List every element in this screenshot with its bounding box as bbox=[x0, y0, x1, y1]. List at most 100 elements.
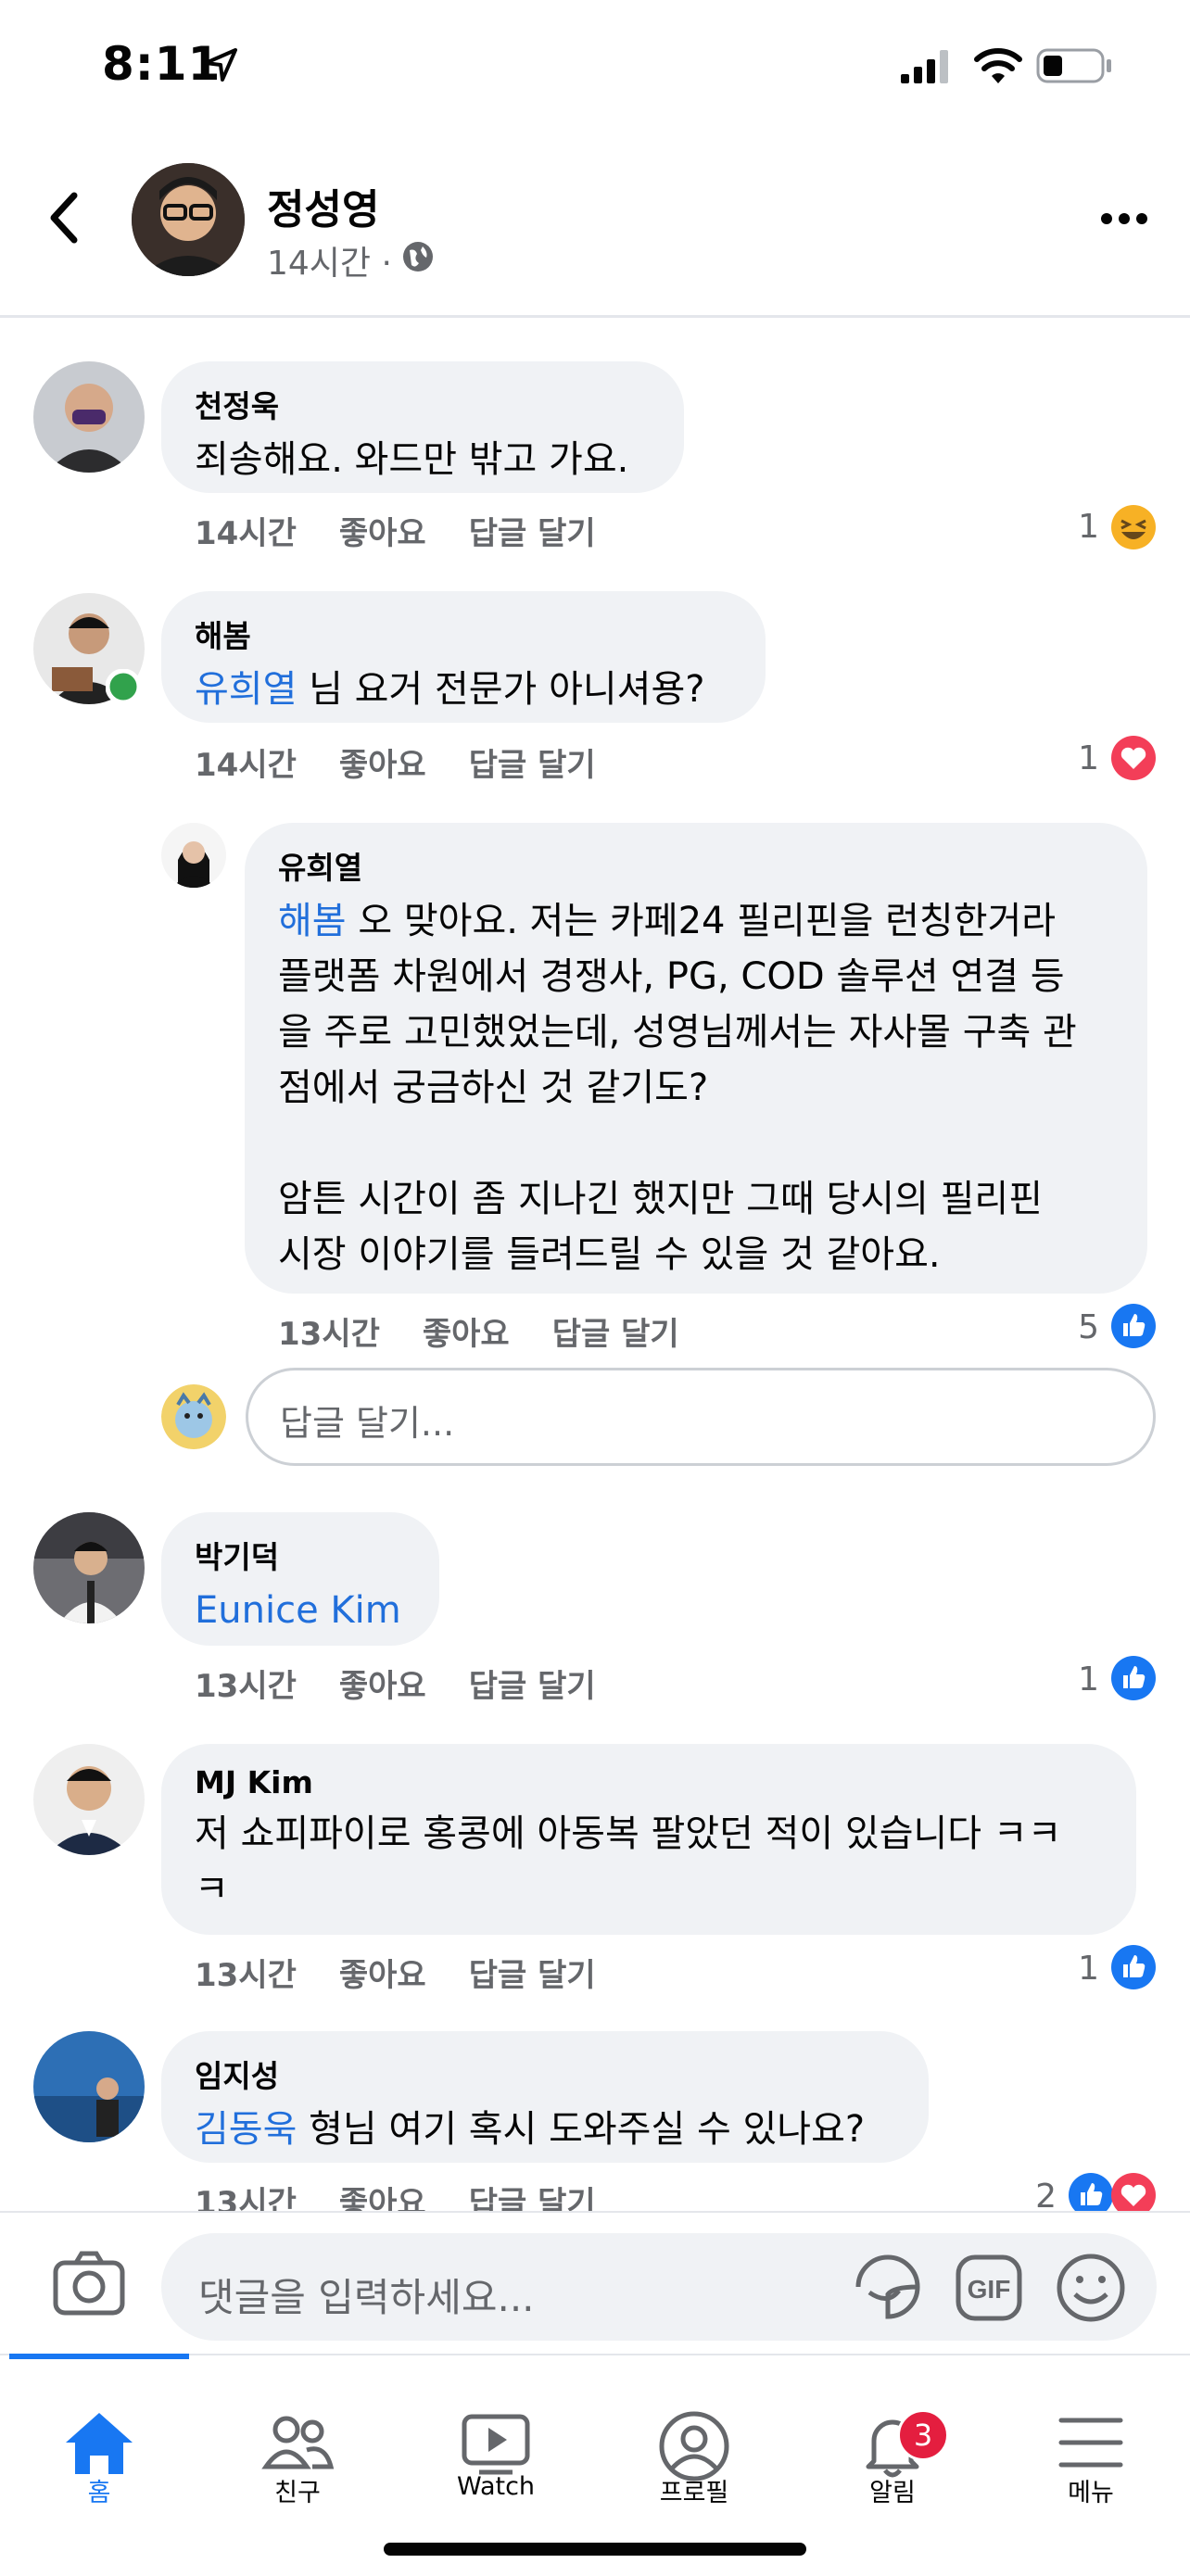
reaction-count[interactable]: 5 bbox=[1066, 1308, 1099, 1346]
comment-actions: 13시간 좋아요 답글 달기 bbox=[278, 1308, 722, 1354]
like-button[interactable]: 좋아요 bbox=[339, 747, 426, 784]
reaction-count[interactable]: 1 bbox=[1066, 508, 1099, 546]
mention-link[interactable]: 해봄 bbox=[278, 900, 347, 942]
mention-link[interactable]: 유희열 bbox=[195, 668, 297, 711]
comment-text: 죄송해요. 와드만 밖고 가요. bbox=[195, 438, 629, 481]
comment-bubble[interactable]: 박기덕 Eunice Kim bbox=[161, 1512, 439, 1646]
reply-button[interactable]: 답글 달기 bbox=[469, 1957, 596, 1994]
commenter-avatar[interactable] bbox=[33, 1744, 145, 1855]
tab-label: 알림 bbox=[869, 2479, 916, 2507]
signal-icon bbox=[901, 50, 948, 83]
comment-text: 저 쇼피파이로 홍콩에 아동복 팔았던 적이 있습니다 ㅋㅋ bbox=[195, 1812, 1062, 1855]
commenter-name[interactable]: 임지성 bbox=[195, 2052, 895, 2096]
comment-text: ㅋ bbox=[195, 1868, 229, 1911]
back-arrow-icon[interactable] bbox=[46, 190, 83, 246]
tab-label: 친구 bbox=[274, 2479, 321, 2507]
like-reaction-icon[interactable] bbox=[1110, 1303, 1157, 1349]
comment-text: 오 맞아요. 저는 카페24 필리핀을 런칭한거라 bbox=[346, 900, 1057, 942]
commenter-avatar[interactable] bbox=[161, 823, 226, 888]
sticker-icon[interactable] bbox=[851, 2250, 925, 2324]
svg-text:GIF: GIF bbox=[968, 2275, 1011, 2304]
comment-bubble[interactable]: 해봄 유희열 님 요거 전문가 아니셔용? bbox=[161, 591, 766, 723]
reaction-count[interactable]: 1 bbox=[1066, 1950, 1099, 1988]
tab-watch[interactable]: Watch bbox=[397, 2372, 595, 2501]
post-timestamp[interactable]: 14시간 · bbox=[267, 236, 392, 284]
reply-button[interactable]: 답글 달기 bbox=[552, 1316, 679, 1353]
love-reaction-icon[interactable] bbox=[1110, 735, 1157, 781]
comment-actions: 13시간 좋아요 답글 달기 bbox=[195, 1950, 639, 1995]
tab-profile[interactable]: 프로필 bbox=[595, 2372, 793, 2507]
home-indicator[interactable] bbox=[384, 2543, 806, 2556]
like-reaction-icon[interactable] bbox=[1110, 1655, 1157, 1701]
comment-time[interactable]: 13시간 bbox=[278, 1316, 380, 1353]
comment-bubble[interactable]: MJ Kim 저 쇼피파이로 홍콩에 아동복 팔았던 적이 있습니다 ㅋㅋ ㅋ bbox=[161, 1744, 1136, 1935]
reaction-count[interactable]: 2 bbox=[1023, 2178, 1057, 2216]
camera-icon[interactable] bbox=[52, 2250, 126, 2317]
tab-home[interactable]: 홈 bbox=[0, 2372, 198, 2507]
commenter-name[interactable]: 해봄 bbox=[195, 612, 732, 656]
commenter-avatar[interactable] bbox=[33, 1512, 145, 1623]
commenter-name[interactable]: 박기덕 bbox=[195, 1533, 406, 1577]
like-reaction-icon[interactable] bbox=[1110, 1944, 1157, 1990]
mention-link[interactable]: Eunice Kim bbox=[195, 1583, 406, 1638]
commenter-name[interactable]: 천정욱 bbox=[195, 382, 651, 426]
online-status-icon bbox=[106, 669, 141, 704]
comment-text: 시장 이야기를 들려드릴 수 있을 것 같아요. bbox=[278, 1233, 941, 1276]
reply-input[interactable]: 답글 달기... bbox=[246, 1368, 1156, 1466]
comment-time[interactable]: 14시간 bbox=[195, 515, 297, 552]
reaction-count[interactable]: 1 bbox=[1066, 1661, 1099, 1698]
comment-text: 점에서 궁금하신 것 같기도? bbox=[278, 1067, 709, 1109]
tab-label: 홈 bbox=[87, 2479, 111, 2507]
more-options-icon[interactable] bbox=[1099, 209, 1149, 228]
active-tab-indicator bbox=[9, 2354, 189, 2359]
comment-bubble[interactable]: 천정욱 죄송해요. 와드만 밖고 가요. bbox=[161, 361, 684, 493]
author-name[interactable]: 정성영 bbox=[267, 176, 379, 235]
like-button[interactable]: 좋아요 bbox=[339, 515, 426, 552]
comment-time[interactable]: 13시간 bbox=[195, 1668, 297, 1705]
gif-icon[interactable]: GIF bbox=[955, 2254, 1023, 2322]
like-button[interactable]: 좋아요 bbox=[339, 1668, 426, 1705]
comment-actions: 13시간 좋아요 답글 달기 bbox=[195, 1661, 639, 1706]
comment-time[interactable]: 13시간 bbox=[195, 1957, 297, 1994]
tab-friends[interactable]: 친구 bbox=[198, 2372, 397, 2507]
comment-bubble[interactable]: 임지성 김동욱 형님 여기 혹시 도와주실 수 있나요? bbox=[161, 2031, 929, 2163]
like-button[interactable]: 좋아요 bbox=[423, 1316, 510, 1353]
reply-button[interactable]: 답글 달기 bbox=[469, 515, 596, 552]
location-arrow-icon bbox=[204, 48, 237, 82]
commenter-avatar[interactable] bbox=[33, 2031, 145, 2142]
tab-label: 메뉴 bbox=[1068, 2479, 1114, 2507]
comment-text: 을 주로 고민했었는데, 성영님께서는 자사몰 구축 관 bbox=[278, 1011, 1077, 1054]
comment-text: 플랫폼 차원에서 경쟁사, PG, COD 솔루션 연결 등 bbox=[278, 955, 1065, 998]
comment-actions: 14시간 좋아요 답글 달기 bbox=[195, 508, 639, 553]
tab-label: 프로필 bbox=[659, 2479, 729, 2507]
commenter-avatar[interactable] bbox=[33, 361, 145, 473]
home-icon bbox=[66, 2413, 133, 2474]
reply-button[interactable]: 답글 달기 bbox=[469, 1668, 596, 1705]
tab-label: Watch bbox=[456, 2472, 536, 2501]
mention-link[interactable]: 김동욱 bbox=[195, 2108, 297, 2151]
emoji-icon[interactable] bbox=[1055, 2252, 1127, 2324]
haha-reaction-icon[interactable] bbox=[1110, 504, 1157, 550]
tab-menu[interactable]: 메뉴 bbox=[992, 2372, 1190, 2507]
author-avatar[interactable] bbox=[132, 163, 245, 276]
comment-text: 암튼 시간이 좀 지나긴 했지만 그때 당시의 필리핀 bbox=[278, 1178, 1044, 1220]
commenter-name[interactable]: MJ Kim bbox=[195, 1764, 1103, 1800]
globe-icon bbox=[403, 242, 433, 271]
comment-actions: 14시간 좋아요 답글 달기 bbox=[195, 739, 639, 785]
battery-icon bbox=[1036, 48, 1111, 83]
reply-button[interactable]: 답글 달기 bbox=[469, 747, 596, 784]
wifi-icon bbox=[974, 48, 1022, 83]
hamburger-menu-icon bbox=[1058, 2418, 1123, 2468]
notification-badge: 3 bbox=[897, 2409, 949, 2461]
watch-video-icon bbox=[462, 2414, 530, 2475]
friends-icon bbox=[261, 2416, 335, 2469]
reaction-count[interactable]: 1 bbox=[1066, 739, 1099, 777]
commenter-name[interactable]: 유희열 bbox=[278, 843, 1114, 888]
comment-text: 님 요거 전문가 아니셔용? bbox=[297, 668, 705, 711]
reply-bubble[interactable]: 유희열 해봄 오 맞아요. 저는 카페24 필리핀을 런칭한거라 플랫폼 차원에… bbox=[245, 823, 1147, 1294]
comment-text: 형님 여기 혹시 도와주실 수 있나요? bbox=[297, 2108, 866, 2151]
tab-notifications[interactable]: 3 알림 bbox=[793, 2372, 992, 2507]
comment-time[interactable]: 14시간 bbox=[195, 747, 297, 784]
my-avatar bbox=[161, 1384, 226, 1449]
like-button[interactable]: 좋아요 bbox=[339, 1957, 426, 1994]
